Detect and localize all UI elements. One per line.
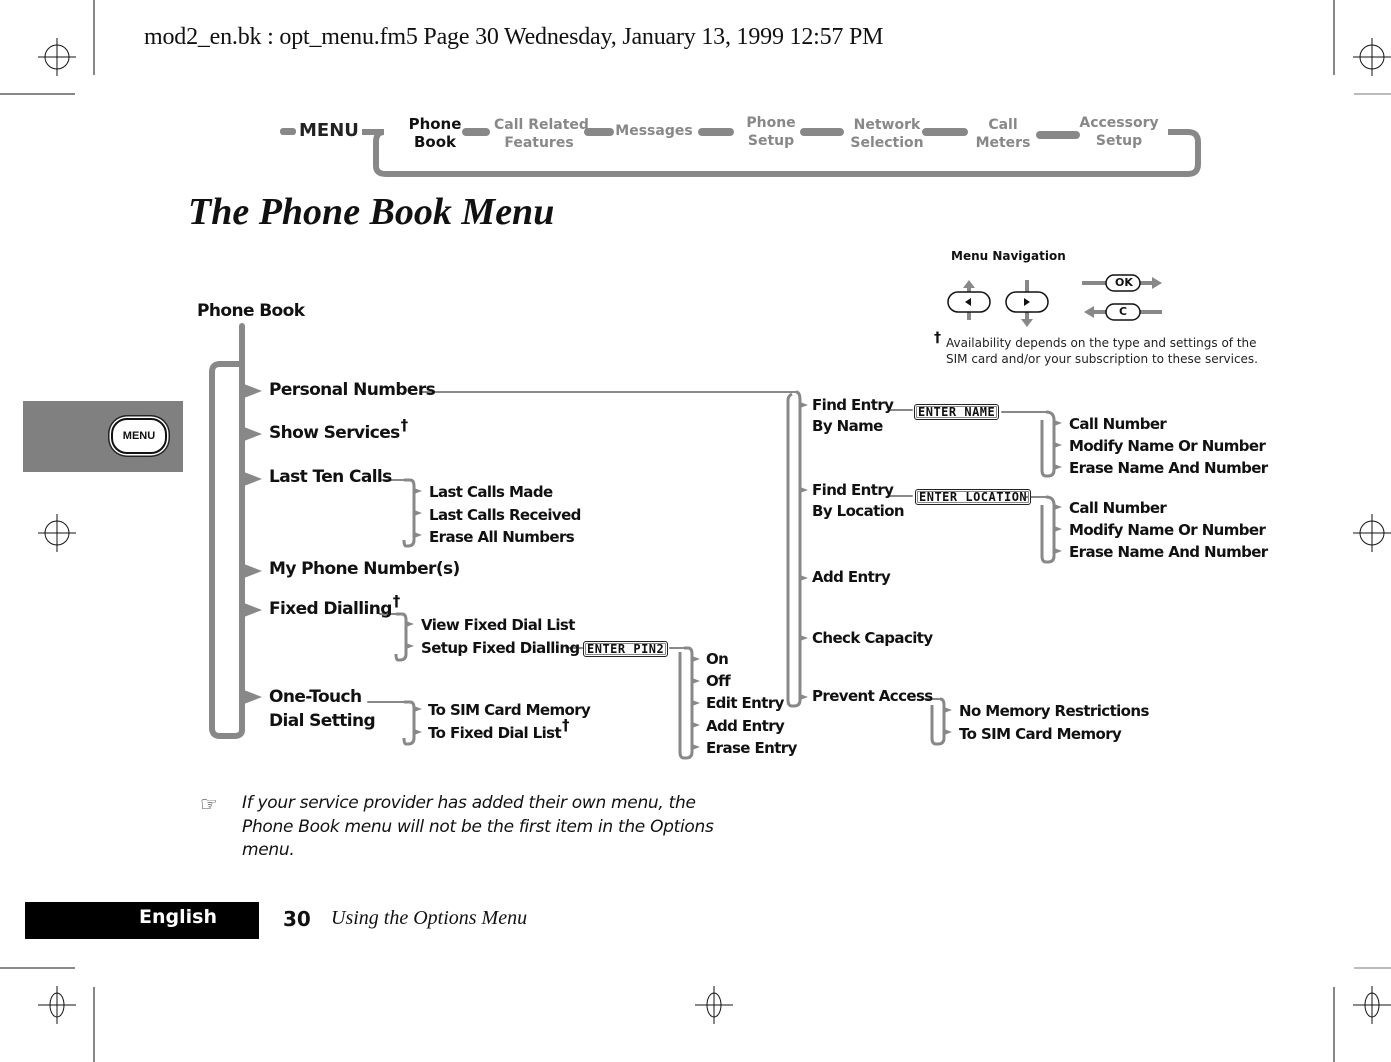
submenu-item[interactable]: To Fixed Dial List† bbox=[428, 716, 590, 745]
submenu-item[interactable]: Call Number bbox=[1069, 413, 1268, 435]
footer-language: English bbox=[139, 906, 217, 928]
footer-language-bar: English bbox=[25, 902, 259, 939]
submenu-item[interactable]: Modify Name Or Number bbox=[1069, 519, 1268, 541]
menu-label-line2: By Location bbox=[812, 502, 905, 520]
clear-key-label: C bbox=[1119, 305, 1128, 318]
submenu-item[interactable]: View Fixed Dial List bbox=[421, 614, 580, 637]
submenu-item[interactable]: To SIM Card Memory bbox=[959, 723, 1149, 746]
enter-location-prompt: ENTER LOCATION bbox=[915, 489, 1032, 505]
submenu-item[interactable]: On bbox=[706, 648, 797, 670]
location-options-submenu: Call Number Modify Name Or Number Erase … bbox=[1069, 497, 1268, 563]
menu-label-line1: One-Touch bbox=[269, 687, 362, 707]
submenu-item[interactable]: Erase Name And Number bbox=[1069, 457, 1268, 479]
menu-find-entry-by-name[interactable]: Find Entry By Name bbox=[812, 395, 894, 437]
dagger-mark: † bbox=[392, 592, 400, 610]
footnote-line: Availability depends on the type and set… bbox=[946, 336, 1257, 350]
dagger-mark: † bbox=[562, 716, 569, 734]
menu-check-capacity[interactable]: Check Capacity bbox=[812, 629, 933, 647]
menu-label-line2: By Name bbox=[812, 417, 883, 435]
dagger-mark: † bbox=[400, 416, 408, 434]
fixed-dialling-submenu: View Fixed Dial List Setup Fixed Diallin… bbox=[421, 614, 580, 659]
menu-prevent-access[interactable]: Prevent Access bbox=[812, 687, 933, 705]
menu-my-phone-numbers[interactable]: My Phone Number(s) bbox=[269, 559, 460, 579]
name-options-submenu: Call Number Modify Name Or Number Erase … bbox=[1069, 413, 1268, 479]
footer-page-number: 30 bbox=[283, 907, 311, 931]
submenu-item[interactable]: Modify Name Or Number bbox=[1069, 435, 1268, 457]
one-touch-submenu: To SIM Card Memory To Fixed Dial List† bbox=[428, 699, 591, 745]
menu-show-services[interactable]: Show Services† bbox=[269, 416, 408, 443]
nav-item-call-related-features[interactable]: Call Related Features bbox=[494, 116, 589, 152]
submenu-item[interactable]: Last Calls Received bbox=[429, 504, 581, 527]
nav-item-line2: Features bbox=[504, 135, 574, 151]
footnote-dagger: † bbox=[934, 330, 941, 346]
menu-label-line2: Dial Setting bbox=[269, 711, 376, 731]
tree-root-phone-book: Phone Book bbox=[197, 301, 305, 321]
enter-pin2-prompt: ENTER PIN2 bbox=[583, 641, 669, 657]
page-title: The Phone Book Menu bbox=[188, 191, 555, 233]
enter-name-prompt: ENTER NAME bbox=[914, 404, 1000, 420]
pointing-hand-icon: ☞ bbox=[200, 792, 218, 816]
nav-item-line2: Book bbox=[413, 133, 457, 151]
submenu-item[interactable]: Edit Entry bbox=[706, 692, 797, 714]
submenu-item[interactable]: Erase All Numbers bbox=[429, 526, 581, 549]
nav-item-line1: Messages bbox=[615, 123, 693, 139]
ok-key-label: OK bbox=[1115, 276, 1133, 289]
menu-last-ten-calls[interactable]: Last Ten Calls bbox=[269, 467, 392, 487]
nav-item-line1: Call Related bbox=[494, 117, 589, 133]
nav-item-line1: Call bbox=[988, 117, 1018, 133]
nav-item-line1: Phone bbox=[408, 115, 462, 133]
nav-item-accessory-setup[interactable]: Accessory Setup bbox=[1078, 114, 1160, 150]
submenu-item[interactable]: Call Number bbox=[1069, 497, 1268, 519]
menu-find-entry-by-location[interactable]: Find Entry By Location bbox=[812, 480, 905, 522]
submenu-label: To Fixed Dial List bbox=[428, 724, 562, 742]
submenu-item[interactable]: Erase Name And Number bbox=[1069, 541, 1268, 563]
nav-item-line1: Phone bbox=[746, 115, 796, 131]
submenu-item[interactable]: Add Entry bbox=[706, 715, 797, 737]
nav-item-line1: Accessory bbox=[1079, 115, 1159, 131]
menu-label: Show Services bbox=[269, 423, 400, 443]
prevent-access-submenu: No Memory Restrictions To SIM Card Memor… bbox=[959, 700, 1149, 745]
nav-item-network-selection[interactable]: Network Selection bbox=[846, 116, 928, 152]
nav-menu-label: MENU bbox=[299, 120, 359, 141]
menu-navigation-title: Menu Navigation bbox=[951, 249, 1066, 263]
menu-label-line1: Find Entry bbox=[812, 481, 894, 499]
nav-item-line2: Setup bbox=[1095, 133, 1143, 149]
menu-label-line1: Find Entry bbox=[812, 396, 894, 414]
footer-section-title: Using the Options Menu bbox=[331, 907, 528, 929]
submenu-item[interactable]: Last Calls Made bbox=[429, 481, 581, 504]
nav-item-phone-book[interactable]: Phone Book bbox=[404, 115, 466, 151]
menu-label: Fixed Dialling bbox=[269, 599, 392, 619]
nav-item-call-meters[interactable]: Call Meters bbox=[970, 116, 1036, 152]
main-branch-arrows bbox=[244, 384, 262, 704]
nav-item-messages[interactable]: Messages bbox=[614, 122, 694, 140]
note-text: If your service provider has added their… bbox=[242, 793, 714, 860]
nav-item-phone-setup[interactable]: Phone Setup bbox=[738, 114, 804, 150]
submenu-item[interactable]: Off bbox=[706, 670, 797, 692]
menu-fixed-dialling[interactable]: Fixed Dialling† bbox=[269, 592, 400, 619]
side-tab: MENU bbox=[23, 401, 183, 472]
nav-item-line1: Network bbox=[853, 117, 921, 133]
menu-button-icon: MENU bbox=[111, 418, 167, 454]
nav-item-line2: Setup bbox=[747, 133, 795, 149]
submenu-item[interactable]: No Memory Restrictions bbox=[959, 700, 1149, 723]
menu-one-touch-dial-setting[interactable]: One-Touch Dial Setting bbox=[269, 685, 376, 733]
nav-item-line2: Selection bbox=[850, 135, 924, 151]
submenu-item[interactable]: Setup Fixed Dialling bbox=[421, 637, 580, 660]
menu-add-entry[interactable]: Add Entry bbox=[812, 568, 891, 586]
availability-footnote: Availability depends on the type and set… bbox=[946, 335, 1258, 367]
menu-personal-numbers[interactable]: Personal Numbers bbox=[269, 380, 436, 400]
last-ten-calls-submenu: Last Calls Made Last Calls Received Eras… bbox=[429, 481, 581, 549]
nav-item-line2: Meters bbox=[975, 135, 1031, 151]
pin2-options-submenu: On Off Edit Entry Add Entry Erase Entry bbox=[706, 648, 797, 759]
print-header: mod2_en.bk : opt_menu.fm5 Page 30 Wednes… bbox=[144, 24, 884, 50]
submenu-item[interactable]: Erase Entry bbox=[706, 737, 797, 759]
footnote-line: SIM card and/or your subscription to the… bbox=[946, 352, 1258, 366]
